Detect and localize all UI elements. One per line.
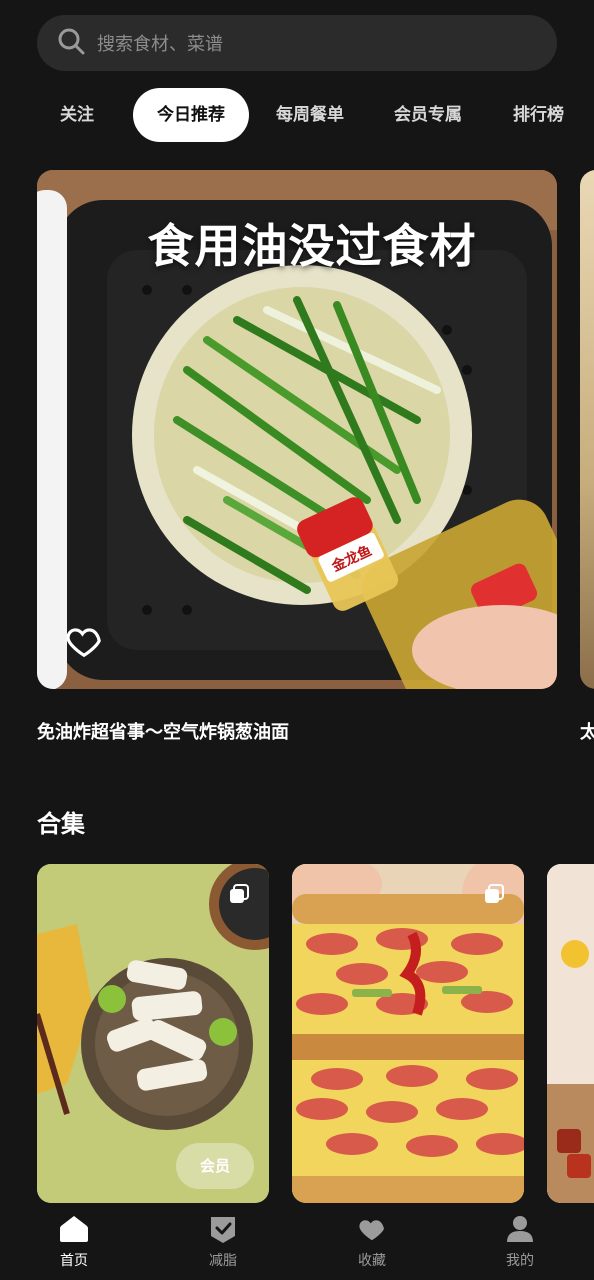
search-placeholder: 搜索食材、菜谱 — [97, 34, 223, 55]
user-icon — [483, 1214, 557, 1244]
nav-diet[interactable]: 减脂 — [186, 1214, 260, 1270]
collection-card-jelly-peek[interactable] — [547, 864, 594, 1203]
diet-check-icon — [186, 1214, 260, 1244]
nav-profile[interactable]: 我的 — [483, 1214, 557, 1270]
tab-today-recommend[interactable]: 今日推荐 — [133, 88, 249, 142]
collection-stack-icon — [484, 884, 504, 904]
featured-overlay-text: 食用油没过食材 — [147, 219, 477, 273]
heart-outline-icon[interactable] — [65, 622, 103, 660]
nav-home[interactable]: 首页 — [37, 1214, 111, 1270]
category-tabs: 关注 今日推荐 每周餐单 会员专属 排行榜 — [0, 88, 594, 144]
search-bar[interactable]: 搜索食材、菜谱 — [37, 15, 557, 71]
bottom-navigation: 首页 减脂 收藏 我的 — [0, 1206, 594, 1280]
collections-heading: 合集 — [37, 810, 85, 838]
nav-profile-label: 我的 — [506, 1253, 534, 1269]
nav-diet-label: 减脂 — [209, 1253, 237, 1269]
tab-follow[interactable]: 关注 — [60, 88, 94, 142]
tab-ranking[interactable]: 排行榜 — [513, 88, 564, 142]
home-icon — [37, 1214, 111, 1244]
featured-recipe-title[interactable]: 免油炸超省事～空气炸锅葱油面 — [37, 718, 289, 744]
featured-recipe-card[interactable]: 金龙鱼 食用油没过食材 — [37, 170, 557, 689]
nav-favorites-label: 收藏 — [358, 1253, 386, 1269]
nav-home-label: 首页 — [60, 1253, 88, 1269]
heart-icon — [335, 1214, 409, 1244]
nav-favorites[interactable]: 收藏 — [335, 1214, 409, 1270]
collection-image — [547, 864, 594, 1203]
collection-card-sandwich[interactable] — [292, 864, 524, 1203]
next-recipe-title-peek[interactable]: 太 — [580, 718, 594, 744]
member-badge: 会员 — [176, 1143, 254, 1189]
tab-weekly-menu[interactable]: 每周餐单 — [276, 88, 344, 142]
collection-card-chicken[interactable]: 会员 — [37, 864, 269, 1203]
next-featured-card-peek[interactable] — [580, 170, 594, 689]
tab-member-exclusive[interactable]: 会员专属 — [394, 88, 462, 142]
collection-image — [292, 864, 524, 1203]
search-icon — [57, 27, 85, 59]
collection-stack-icon — [229, 884, 249, 904]
